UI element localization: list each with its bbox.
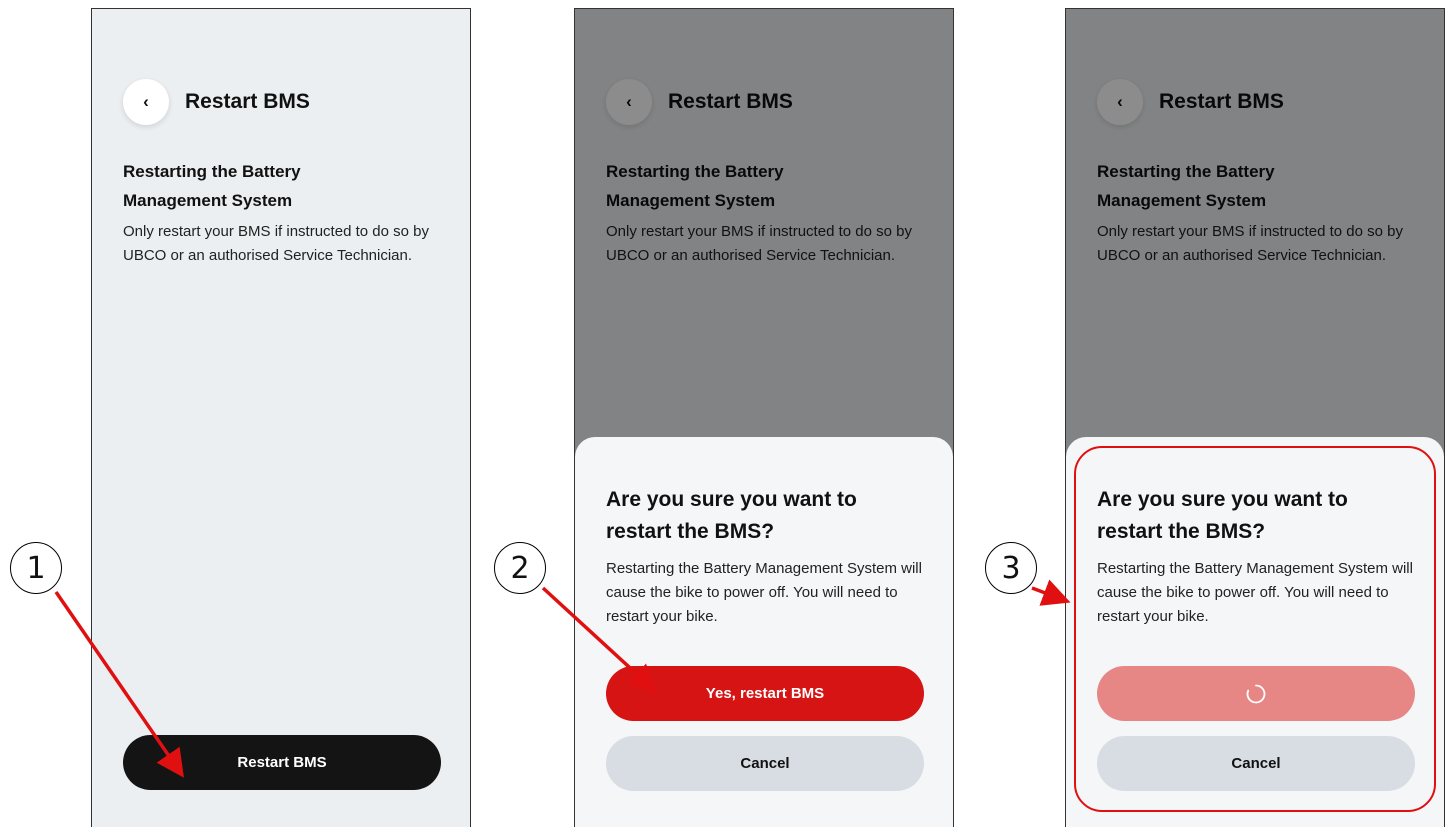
arrow-2 xyxy=(541,586,658,693)
step-number-1: 1 xyxy=(10,542,62,594)
step-number-2: 2 xyxy=(494,542,546,594)
arrow-1 xyxy=(54,591,184,778)
step-number-3: 3 xyxy=(985,542,1037,594)
annotation-arrows xyxy=(54,579,1071,778)
arrow-3 xyxy=(1031,579,1071,606)
